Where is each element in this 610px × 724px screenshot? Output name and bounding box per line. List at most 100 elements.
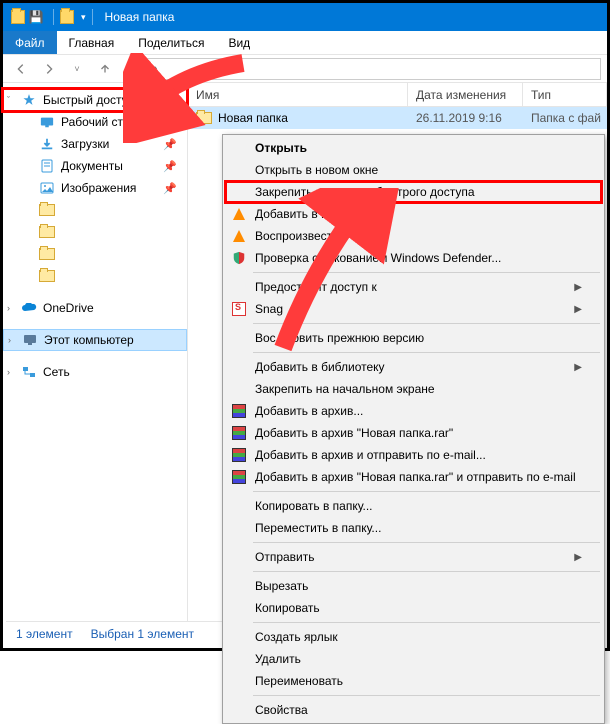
label: OneDrive bbox=[43, 301, 94, 315]
window-title: Новая папка bbox=[105, 10, 175, 24]
caret-down-icon[interactable]: ▾ bbox=[81, 12, 86, 23]
ctx-copy-to[interactable]: Копировать в папку... bbox=[225, 495, 602, 517]
sidebar-pictures[interactable]: Изображения 📌 bbox=[3, 177, 187, 199]
folder-icon bbox=[39, 225, 55, 239]
sidebar-folder-1[interactable] bbox=[3, 199, 187, 221]
label: Документы bbox=[61, 159, 123, 173]
label: Изображения bbox=[61, 181, 136, 195]
status-count: 1 элемент bbox=[16, 627, 73, 641]
rar-icon bbox=[231, 425, 247, 441]
address-bar[interactable]: › bbox=[129, 58, 601, 80]
pictures-icon bbox=[39, 181, 55, 195]
column-headers[interactable]: Имя Дата изменения Тип bbox=[188, 83, 607, 107]
sidebar-desktop[interactable]: Рабочий стол 📌 bbox=[3, 111, 187, 133]
label: Сеть bbox=[43, 365, 70, 379]
ctx-properties[interactable]: Свойства bbox=[225, 699, 602, 721]
documents-icon bbox=[39, 159, 55, 173]
sidebar-downloads[interactable]: Загрузки 📌 bbox=[3, 133, 187, 155]
downloads-icon bbox=[39, 137, 55, 151]
divider bbox=[92, 9, 93, 25]
ctx-open-new-window[interactable]: Открыть в новом окне bbox=[225, 159, 602, 181]
ctx-delete[interactable]: Удалить bbox=[225, 648, 602, 670]
shield-icon bbox=[231, 250, 247, 266]
expand-icon[interactable]: › bbox=[7, 303, 10, 313]
context-menu: Открыть Открыть в новом окне Закрепить н… bbox=[222, 134, 605, 724]
rar-icon bbox=[231, 403, 247, 419]
tab-view[interactable]: Вид bbox=[216, 31, 262, 54]
sidebar-folder-4[interactable] bbox=[3, 265, 187, 287]
sidebar-documents[interactable]: Документы 📌 bbox=[3, 155, 187, 177]
separator bbox=[253, 571, 600, 572]
file-row[interactable]: Новая папка 26.11.2019 9:16 Папка с фай bbox=[188, 107, 607, 129]
context-folder-icon bbox=[60, 10, 74, 24]
ctx-archive-email[interactable]: Добавить в архив и отправить по e-mail..… bbox=[225, 444, 602, 466]
expand-icon[interactable]: › bbox=[7, 367, 10, 377]
ctx-defender-scan[interactable]: Проверка с и жованием Windows Defender..… bbox=[225, 247, 602, 269]
sidebar-folder-2[interactable] bbox=[3, 221, 187, 243]
ctx-cut[interactable]: Вырезать bbox=[225, 575, 602, 597]
rar-icon bbox=[231, 469, 247, 485]
up-button[interactable] bbox=[93, 58, 117, 80]
submenu-arrow-icon: ▶ bbox=[574, 552, 582, 563]
pc-icon bbox=[22, 333, 38, 347]
sidebar-network[interactable]: › Сеть bbox=[3, 361, 187, 383]
pin-icon: 📌 bbox=[163, 116, 177, 129]
pin-icon: 📌 bbox=[163, 160, 177, 173]
back-button[interactable] bbox=[9, 58, 33, 80]
tab-home[interactable]: Главная bbox=[57, 31, 127, 54]
snagit-icon bbox=[231, 301, 247, 317]
separator bbox=[253, 272, 600, 273]
rar-icon bbox=[231, 447, 247, 463]
folder-icon bbox=[39, 203, 55, 217]
divider bbox=[53, 9, 54, 25]
sidebar-this-pc[interactable]: › Этот компьютер bbox=[3, 329, 187, 351]
network-icon bbox=[21, 365, 37, 379]
quick-save-icon[interactable]: 💾 bbox=[29, 10, 43, 24]
expand-icon[interactable]: ˇ bbox=[7, 95, 10, 105]
ctx-pin-quick-access[interactable]: Закрепить на панели быстрого доступа bbox=[225, 181, 602, 203]
label: Загрузки bbox=[61, 137, 109, 151]
ctx-rename[interactable]: Переименовать bbox=[225, 670, 602, 692]
app-folder-icon bbox=[11, 10, 25, 24]
separator bbox=[253, 491, 600, 492]
navigation-pane: ˇ Быстрый доступ Рабочий стол 📌 Загрузки… bbox=[3, 83, 188, 624]
desktop-icon bbox=[39, 115, 55, 129]
nav-toolbar: ˅ › bbox=[3, 55, 607, 83]
ctx-pin-start[interactable]: Закрепить на начальном экране bbox=[225, 378, 602, 400]
sidebar-folder-3[interactable] bbox=[3, 243, 187, 265]
separator bbox=[253, 352, 600, 353]
ctx-create-shortcut[interactable]: Создать ярлык bbox=[225, 626, 602, 648]
ctx-add-library[interactable]: Добавить в библиотеку▶ bbox=[225, 356, 602, 378]
sidebar-onedrive[interactable]: › OneDrive bbox=[3, 297, 187, 319]
ctx-add-archive[interactable]: Добавить в архив... bbox=[225, 400, 602, 422]
label: Рабочий стол bbox=[61, 115, 136, 129]
file-name: Новая папка bbox=[218, 111, 288, 125]
status-selected: Выбран 1 элемент bbox=[91, 627, 194, 641]
file-date: 26.11.2019 9:16 bbox=[408, 111, 523, 125]
tab-file[interactable]: Файл bbox=[3, 31, 57, 54]
ctx-restore-version[interactable]: Вос ановить прежнюю версию bbox=[225, 327, 602, 349]
submenu-arrow-icon: ▶ bbox=[574, 304, 582, 315]
sidebar-quick-access[interactable]: ˇ Быстрый доступ bbox=[3, 89, 187, 111]
ctx-add-archive-named[interactable]: Добавить в архив "Новая папка.rar" bbox=[225, 422, 602, 444]
col-date[interactable]: Дата изменения bbox=[408, 83, 523, 106]
tab-share[interactable]: Поделиться bbox=[126, 31, 216, 54]
folder-icon bbox=[134, 63, 150, 75]
label: Быстрый доступ bbox=[43, 93, 134, 107]
ctx-vlc-add-playlist[interactable]: Добавить в плейли LC bbox=[225, 203, 602, 225]
ctx-send-to[interactable]: Отправить▶ bbox=[225, 546, 602, 568]
col-type[interactable]: Тип bbox=[523, 83, 607, 106]
ctx-copy[interactable]: Копировать bbox=[225, 597, 602, 619]
ctx-open[interactable]: Открыть bbox=[225, 137, 602, 159]
submenu-arrow-icon: ▶ bbox=[574, 282, 582, 293]
ctx-vlc-play[interactable]: Воспроизвести в bbox=[225, 225, 602, 247]
ctx-snagit[interactable]: Snag▶ bbox=[225, 298, 602, 320]
col-name[interactable]: Имя bbox=[188, 83, 408, 106]
recent-dropdown[interactable]: ˅ bbox=[65, 58, 89, 80]
ctx-share-access[interactable]: Предоставит доступ к▶ bbox=[225, 276, 602, 298]
ctx-move-to[interactable]: Переместить в папку... bbox=[225, 517, 602, 539]
forward-button[interactable] bbox=[37, 58, 61, 80]
ctx-archive-named-email[interactable]: Добавить в архив "Новая папка.rar" и отп… bbox=[225, 466, 602, 488]
label: Этот компьютер bbox=[44, 333, 134, 347]
expand-icon[interactable]: › bbox=[8, 335, 11, 345]
